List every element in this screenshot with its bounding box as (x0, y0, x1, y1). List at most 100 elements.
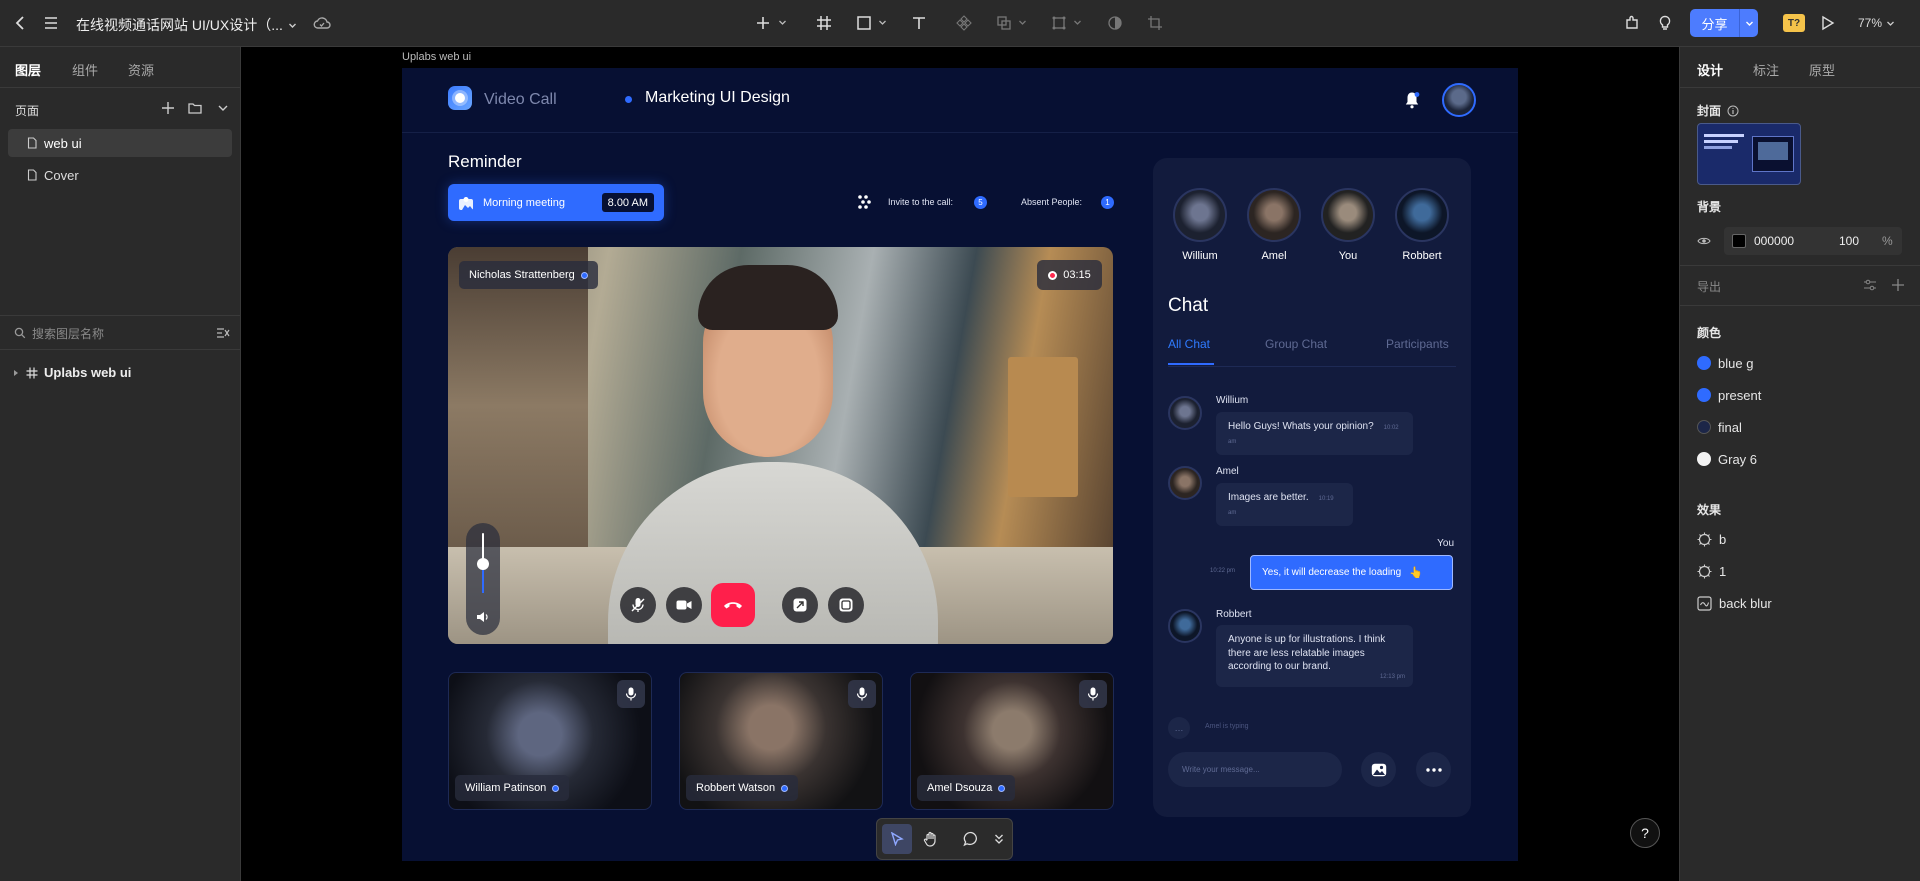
meeting-reminder-card[interactable]: Morning meeting 8.00 AM (448, 184, 664, 221)
rectangle-tool-icon[interactable] (853, 12, 875, 34)
layer-search[interactable]: 搜索图层名称 (14, 324, 234, 342)
effect-style-item[interactable]: b (1697, 529, 1726, 549)
chevron-right-icon[interactable] (12, 369, 20, 377)
help-button[interactable]: ? (1630, 818, 1660, 848)
share-button[interactable]: 分享 (1690, 9, 1758, 37)
user-avatar[interactable] (1442, 83, 1476, 117)
mic-button[interactable] (617, 680, 645, 708)
page-item-cover[interactable]: Cover (8, 161, 232, 189)
speaker-volume-icon[interactable] (476, 610, 490, 624)
background-opacity[interactable]: 100 (1839, 234, 1859, 248)
tab-layers[interactable]: 图层 (15, 60, 41, 79)
chevron-down-icon[interactable] (1745, 19, 1754, 28)
frame-tool-icon[interactable] (813, 12, 835, 34)
chevron-down-icon[interactable] (778, 18, 787, 27)
visibility-eye-icon[interactable] (1697, 234, 1711, 248)
ai-badge[interactable]: T? (1783, 14, 1805, 32)
participant-avatar[interactable] (1247, 188, 1301, 242)
zoom-control[interactable]: 77% (1858, 16, 1895, 30)
color-style-item[interactable]: Gray 6 (1697, 449, 1757, 469)
mic-button[interactable] (1079, 680, 1107, 708)
export-settings-icon[interactable] (1863, 278, 1877, 292)
more-tools-button[interactable] (991, 831, 1007, 847)
collapse-all-icon[interactable] (216, 326, 230, 340)
comment-tool-button[interactable] (959, 827, 983, 851)
color-style-item[interactable]: blue g (1697, 353, 1753, 373)
tab-components[interactable]: 组件 (72, 60, 98, 79)
participant-avatar[interactable] (1321, 188, 1375, 242)
volume-slider[interactable] (466, 523, 500, 635)
camera-button[interactable] (666, 587, 702, 623)
add-page-icon[interactable] (161, 101, 175, 115)
background-color-field[interactable]: 000000 100 % (1724, 227, 1902, 255)
more-options-button[interactable] (1416, 752, 1451, 787)
message-text: Anyone is up for illustrations. I think … (1228, 634, 1386, 672)
back-icon[interactable] (9, 12, 31, 34)
attach-image-button[interactable] (1361, 752, 1396, 787)
boolean-icon[interactable] (993, 12, 1015, 34)
file-title-text: 在线视频通话网站 UI/UX设计（... (76, 17, 283, 33)
tab-group-chat[interactable]: Group Chat (1265, 337, 1327, 351)
layer-item-uplabs[interactable]: Uplabs web ui (12, 365, 131, 380)
component-icon[interactable] (953, 12, 975, 34)
search-input[interactable]: 搜索图层名称 (32, 325, 104, 342)
participant-tile[interactable]: William Patinson (448, 672, 652, 810)
participant-avatar[interactable] (1395, 188, 1449, 242)
idea-bulb-icon[interactable] (1654, 12, 1676, 34)
page-item-web-ui[interactable]: web ui (8, 129, 232, 157)
mute-button[interactable] (620, 587, 656, 623)
menu-icon[interactable] (40, 12, 62, 34)
chevron-down-icon[interactable] (217, 102, 229, 114)
color-swatch (1697, 388, 1711, 402)
fill-icon[interactable] (1104, 12, 1126, 34)
crop-icon[interactable] (1144, 12, 1166, 34)
message-author: Willium (1216, 395, 1249, 406)
cloud-sync-icon (311, 12, 333, 34)
tab-annotate[interactable]: 标注 (1753, 60, 1779, 79)
text-tool-icon[interactable] (908, 12, 930, 34)
participant-tile[interactable]: Amel Dsouza (910, 672, 1114, 810)
participant-avatar[interactable] (1173, 188, 1227, 242)
tab-assets[interactable]: 资源 (128, 60, 154, 79)
add-export-icon[interactable] (1891, 278, 1905, 292)
info-icon[interactable] (1727, 105, 1739, 117)
cover-thumbnail[interactable] (1697, 123, 1801, 185)
participant-tile[interactable]: Robbert Watson (679, 672, 883, 810)
folder-icon[interactable] (188, 101, 202, 115)
message-input[interactable]: Write your message... (1168, 752, 1342, 787)
hand-tool-button[interactable] (919, 827, 943, 851)
switch-view-button[interactable] (828, 587, 864, 623)
move-tool-button[interactable] (882, 824, 912, 854)
plugin-icon[interactable] (1621, 12, 1643, 34)
effect-style-item[interactable]: back blur (1697, 593, 1772, 613)
volume-knob[interactable] (477, 558, 489, 570)
message-author: Amel (1216, 466, 1239, 477)
main-video[interactable]: Nicholas Strattenberg 03:15 (448, 247, 1113, 644)
tab-design[interactable]: 设计 (1697, 60, 1723, 79)
color-style-item[interactable]: present (1697, 385, 1761, 405)
tab-all-chat[interactable]: All Chat (1168, 337, 1210, 351)
chevron-down-icon[interactable] (878, 18, 887, 27)
play-icon[interactable] (1816, 12, 1838, 34)
screen-share-button[interactable] (782, 587, 818, 623)
chevron-down-icon[interactable] (1073, 18, 1082, 27)
hand-icon (923, 831, 936, 847)
color-style-item[interactable]: final (1697, 417, 1742, 437)
background-hex[interactable]: 000000 (1754, 234, 1794, 248)
bell-icon[interactable] (1404, 91, 1420, 109)
canvas[interactable]: Uplabs web ui Video Call Marketing UI De… (242, 47, 1678, 881)
frame-label[interactable]: Uplabs web ui (402, 51, 471, 63)
effect-style-item[interactable]: 1 (1697, 561, 1726, 581)
mic-button[interactable] (848, 680, 876, 708)
add-icon[interactable] (752, 12, 774, 34)
mask-icon[interactable] (1048, 12, 1070, 34)
layer-label: Uplabs web ui (44, 365, 132, 380)
page-label: web ui (44, 135, 82, 151)
file-title[interactable]: 在线视频通话网站 UI/UX设计（... (76, 15, 297, 35)
end-call-button[interactable] (711, 583, 755, 627)
background-title: 背景 (1697, 200, 1722, 214)
tab-prototype[interactable]: 原型 (1809, 60, 1835, 79)
chevron-down-icon[interactable] (1018, 18, 1027, 27)
divider (1680, 265, 1920, 266)
tab-participants[interactable]: Participants (1386, 337, 1449, 351)
